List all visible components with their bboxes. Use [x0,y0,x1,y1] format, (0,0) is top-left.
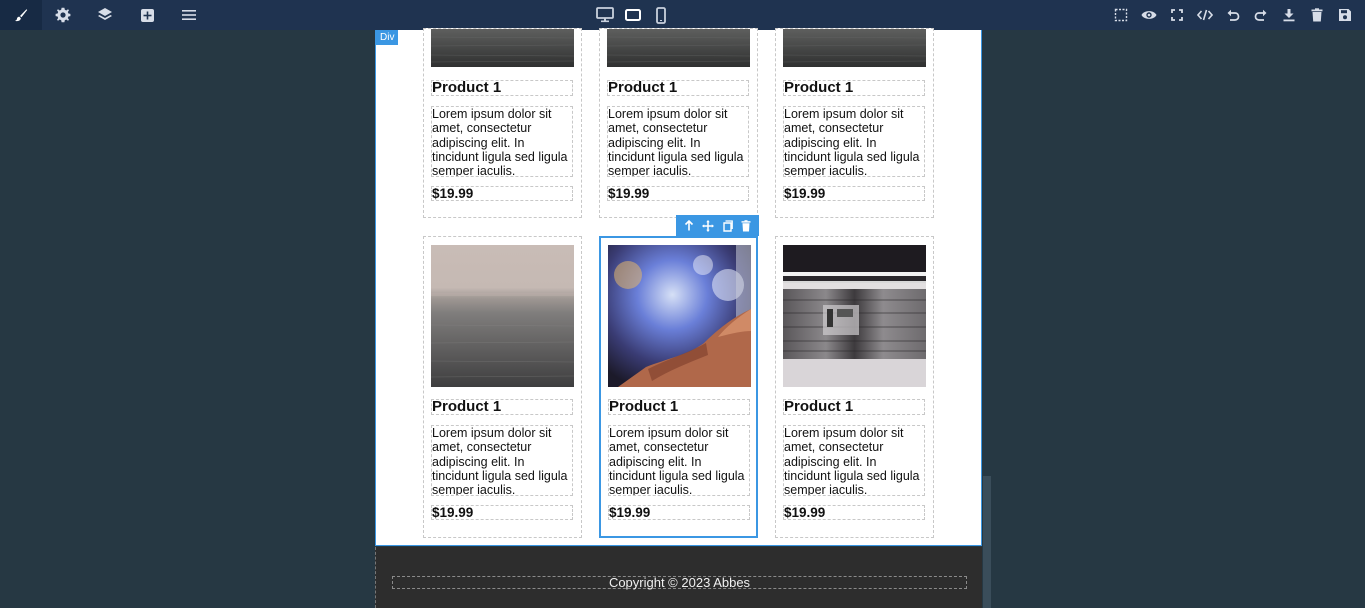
product-card[interactable]: Product 1 Lorem ipsum dolor sit amet, co… [423,28,582,218]
undo-button[interactable] [1219,0,1247,30]
layers-icon [97,7,113,23]
undo-icon [1226,8,1240,22]
product-price: $19.99 [608,505,750,520]
preview-eye-icon [1141,9,1157,21]
preview-button[interactable] [1135,0,1163,30]
element-toolbar [676,215,759,236]
clear-canvas-button[interactable] [1303,0,1331,30]
save-icon [1338,8,1352,22]
selected-element-badge: Div [376,30,399,45]
product-title: Product 1 [607,80,749,96]
product-card[interactable]: Product 1 Lorem ipsum dolor sit amet, co… [775,236,934,538]
product-title: Product 1 [608,399,750,415]
fullscreen-icon [1171,9,1183,21]
brush-icon [14,8,28,22]
product-image[interactable] [608,245,751,387]
product-card[interactable]: Product 1 Lorem ipsum dolor sit amet, co… [775,28,934,218]
editor-canvas: Div Product 1 Lorem ipsum dolor sit amet… [375,28,983,608]
page-body[interactable]: Div Product 1 Lorem ipsum dolor sit amet… [375,28,982,546]
desktop-icon [596,7,614,23]
canvas-scrollbar[interactable] [983,476,991,608]
show-borders-button[interactable] [1107,0,1135,30]
product-title: Product 1 [783,399,925,415]
product-price: $19.99 [783,505,925,520]
editor-topbar [0,0,1365,30]
menu-icon [182,9,196,21]
layer-manager-button[interactable] [84,0,126,30]
product-image[interactable] [783,29,926,67]
product-price: $19.99 [607,186,749,201]
code-icon [1197,9,1213,21]
gear-icon [55,7,71,23]
page-footer[interactable]: Copyright © 2023 Abbes [375,547,982,608]
settings-button[interactable] [42,0,84,30]
export-button[interactable] [1275,0,1303,30]
device-tablet-button[interactable] [622,3,644,27]
footer-copyright: Copyright © 2023 Abbes [392,576,967,589]
product-price: $19.99 [431,505,573,520]
open-menu-button[interactable] [168,0,210,30]
move-icon[interactable] [702,219,714,232]
view-code-button[interactable] [1191,0,1219,30]
product-description: Lorem ipsum dolor sit amet, consectetur … [431,106,573,177]
product-card[interactable]: Product 1 Lorem ipsum dolor sit amet, co… [423,236,582,538]
product-title: Product 1 [783,80,925,96]
download-icon [1283,8,1295,22]
product-title: Product 1 [431,80,573,96]
save-button[interactable] [1331,0,1359,30]
mobile-icon [655,6,667,24]
product-image[interactable] [783,245,926,387]
product-image[interactable] [431,29,574,67]
product-description: Lorem ipsum dolor sit amet, consectetur … [608,425,750,496]
device-switcher [594,0,672,30]
product-card-selected[interactable]: Product 1 Lorem ipsum dolor sit amet, co… [599,236,758,538]
product-image[interactable] [431,245,574,387]
fullscreen-button[interactable] [1163,0,1191,30]
product-price: $19.99 [431,186,573,201]
device-desktop-button[interactable] [594,3,616,27]
product-description: Lorem ipsum dolor sit amet, consectetur … [431,425,573,496]
redo-icon [1254,8,1268,22]
product-title: Product 1 [431,399,573,415]
product-description: Lorem ipsum dolor sit amet, consectetur … [783,425,925,496]
product-description: Lorem ipsum dolor sit amet, consectetur … [783,106,925,177]
tablet-icon [625,8,641,22]
device-mobile-button[interactable] [650,3,672,27]
options-panel [1107,0,1359,30]
product-price: $19.99 [783,186,925,201]
product-description: Lorem ipsum dolor sit amet, consectetur … [607,106,749,177]
style-manager-button[interactable] [0,0,42,30]
panel-switcher [0,0,210,30]
product-card[interactable]: Product 1 Lorem ipsum dolor sit amet, co… [599,28,758,218]
redo-button[interactable] [1247,0,1275,30]
delete-icon[interactable] [741,219,751,232]
add-block-icon [140,8,155,23]
blocks-button[interactable] [126,0,168,30]
arrow-up-icon[interactable] [684,220,694,231]
trash-icon [1311,8,1323,22]
product-image[interactable] [607,29,750,67]
copy-icon[interactable] [722,219,733,232]
select-outline-icon [1114,8,1128,22]
